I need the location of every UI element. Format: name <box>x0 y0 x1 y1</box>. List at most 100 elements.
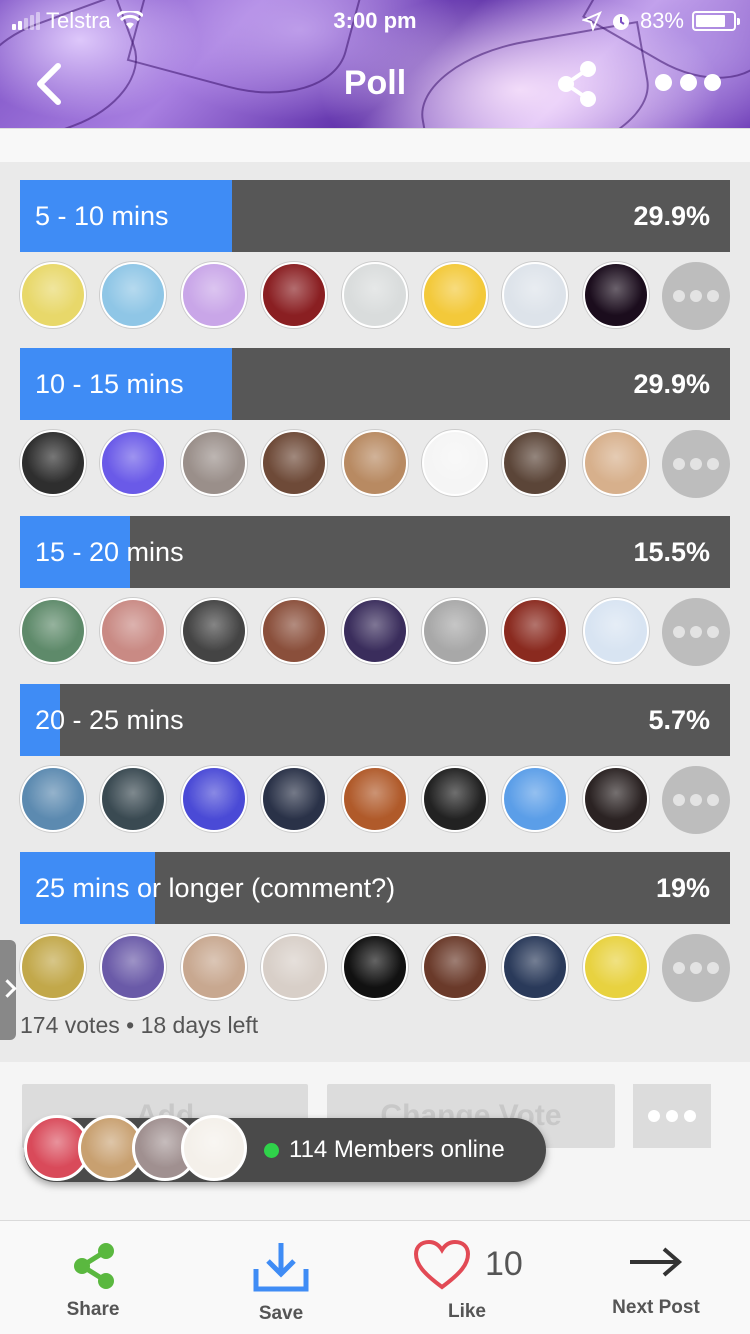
more-voters-button[interactable] <box>662 934 730 1002</box>
more-voters-button[interactable] <box>662 598 730 666</box>
voter-avatar[interactable] <box>583 934 649 1000</box>
more-dots-icon <box>655 74 672 91</box>
voter-avatar[interactable] <box>502 934 568 1000</box>
voter-avatar[interactable] <box>422 262 488 328</box>
share-tab[interactable]: Share <box>40 1221 146 1334</box>
page-title: Poll <box>343 64 407 102</box>
side-drawer-handle[interactable] <box>0 940 16 1040</box>
voter-avatar[interactable] <box>181 598 247 664</box>
members-online-text: 114 Members online <box>289 1136 505 1163</box>
voter-avatar[interactable] <box>181 262 247 328</box>
voter-avatar[interactable] <box>502 598 568 664</box>
poll-option-label: 20 - 25 mins <box>35 705 184 735</box>
poll-option-label: 10 - 15 mins <box>35 369 184 399</box>
voter-avatar[interactable] <box>100 430 166 496</box>
voter-avatar-row <box>20 262 732 332</box>
more-dot <box>704 74 721 91</box>
poll-option-bar[interactable]: 15 - 20 mins 15.5% <box>20 516 730 588</box>
voter-avatar[interactable] <box>422 430 488 496</box>
more-dot <box>707 458 719 470</box>
more-voters-button[interactable] <box>662 262 730 330</box>
share-button[interactable] <box>555 60 599 108</box>
battery-icon <box>692 11 740 31</box>
voter-avatar[interactable] <box>181 934 247 1000</box>
voter-avatar[interactable] <box>261 430 327 496</box>
more-dot <box>684 1110 696 1122</box>
online-member-avatar <box>181 1115 247 1181</box>
more-dot <box>666 1110 678 1122</box>
poll-option-bar[interactable]: 10 - 15 mins 29.9% <box>20 348 730 420</box>
voter-avatar[interactable] <box>261 766 327 832</box>
more-options-button[interactable] <box>655 74 721 94</box>
poll-option-bar[interactable]: 25 mins or longer (comment?) 19% <box>20 852 730 924</box>
voter-avatar[interactable] <box>342 430 408 496</box>
members-online-pill[interactable]: 114 Members online <box>24 1115 546 1182</box>
like-label: Like <box>447 1301 487 1322</box>
more-dot <box>690 458 702 470</box>
voter-avatar[interactable] <box>261 598 327 664</box>
more-dot <box>707 794 719 806</box>
more-dot <box>690 962 702 974</box>
voter-avatar[interactable] <box>181 430 247 496</box>
more-dot <box>690 794 702 806</box>
voter-avatar[interactable] <box>342 766 408 832</box>
voter-avatar[interactable] <box>20 934 86 1000</box>
more-dots-icon <box>673 794 685 806</box>
voter-avatar-row <box>20 934 732 1004</box>
more-voters-button[interactable] <box>662 766 730 834</box>
voter-avatar[interactable] <box>342 934 408 1000</box>
poll-option-label: 25 mins or longer (comment?) <box>35 873 396 903</box>
share-icon <box>558 61 596 107</box>
poll-option-bar[interactable]: 5 - 10 mins 29.9% <box>20 180 730 252</box>
voter-avatar[interactable] <box>100 934 166 1000</box>
more-voters-button[interactable] <box>662 430 730 498</box>
voter-avatar[interactable] <box>502 766 568 832</box>
more-dot <box>707 290 719 302</box>
voter-avatar[interactable] <box>342 598 408 664</box>
action-more-button[interactable] <box>633 1084 711 1148</box>
voter-avatar[interactable] <box>20 262 86 328</box>
voter-avatar[interactable] <box>20 598 86 664</box>
voter-avatar[interactable] <box>583 430 649 496</box>
voter-avatar[interactable] <box>583 262 649 328</box>
save-tab[interactable]: Save <box>228 1221 334 1334</box>
poll-option-percent: 29.9% <box>633 369 710 399</box>
header-divider <box>0 128 750 162</box>
voter-avatar[interactable] <box>261 934 327 1000</box>
bottom-toolbar: Share Save Like 10 Next Post <box>0 1220 750 1334</box>
voter-avatar[interactable] <box>422 766 488 832</box>
voter-avatar[interactable] <box>181 766 247 832</box>
voter-avatar[interactable] <box>20 430 86 496</box>
voter-avatar[interactable] <box>422 934 488 1000</box>
poll-option-label: 15 - 20 mins <box>35 537 184 567</box>
location-arrow-icon <box>581 11 602 31</box>
voter-avatar-row <box>20 766 732 836</box>
voter-avatar[interactable] <box>20 766 86 832</box>
voter-avatar-row <box>20 430 732 500</box>
more-dot <box>679 74 697 91</box>
voter-avatar[interactable] <box>502 430 568 496</box>
voter-avatar[interactable] <box>100 262 166 328</box>
poll-option-percent: 15.5% <box>633 537 710 567</box>
poll-option-bar[interactable]: 20 - 25 mins 5.7% <box>20 684 730 756</box>
voter-avatar[interactable] <box>422 598 488 664</box>
arrow-right-icon <box>630 1247 683 1277</box>
more-dots-icon <box>648 1110 660 1122</box>
voter-avatar[interactable] <box>583 598 649 664</box>
poll-option-label: 5 - 10 mins <box>35 201 169 231</box>
voter-avatar[interactable] <box>502 262 568 328</box>
poll-container: 174 votes • 18 days left 5 - 10 mins 29.9… <box>0 162 750 1062</box>
more-dots-icon <box>673 458 685 470</box>
more-dots-icon <box>673 962 685 974</box>
voter-avatar[interactable] <box>100 598 166 664</box>
next-post-label: Next Post <box>612 1297 700 1318</box>
alarm-icon <box>612 14 629 30</box>
voter-avatar[interactable] <box>261 262 327 328</box>
share-icon <box>74 1243 114 1289</box>
voter-avatar[interactable] <box>100 766 166 832</box>
voter-avatar[interactable] <box>583 766 649 832</box>
more-dot <box>690 290 702 302</box>
voter-avatar[interactable] <box>342 262 408 328</box>
battery-percent: 83% <box>639 8 684 33</box>
next-post-tab[interactable]: Next Post <box>604 1221 708 1334</box>
